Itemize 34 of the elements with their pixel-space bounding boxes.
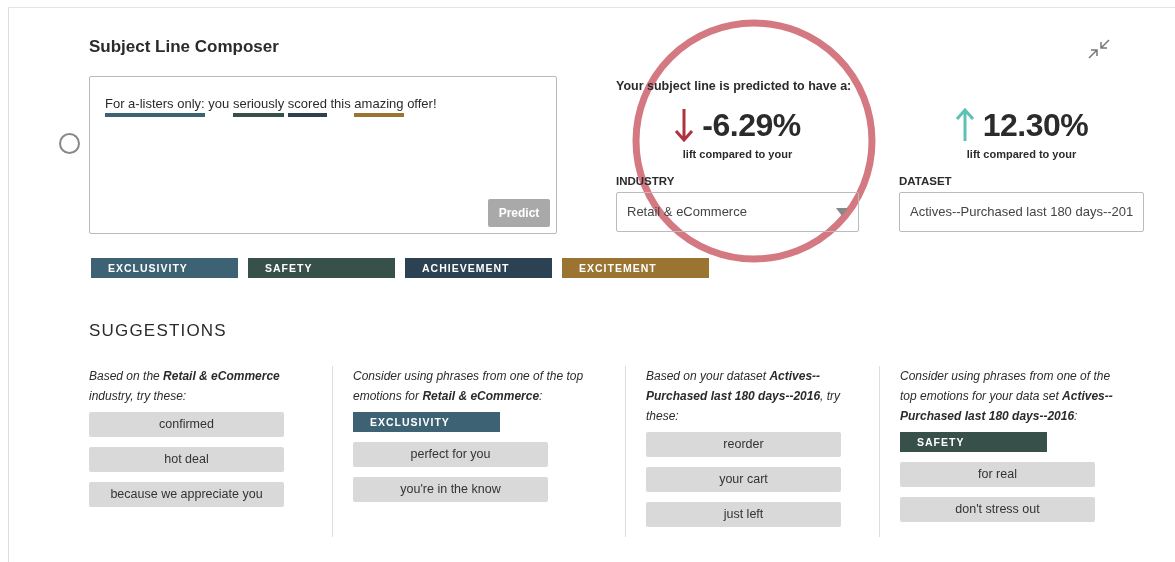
suggestion-intro: Consider using phrases from one of the top emotions for your data set Actives--Purchased last 180 days--2016: (900, 367, 1114, 425)
emotion-tag: EXCLUSIVITY (353, 411, 500, 432)
down-arrow-icon (674, 107, 695, 142)
field-label: DATASET (899, 174, 953, 190)
page-title: Subject Line Composer (89, 36, 280, 58)
suggestions-heading: SUGGESTIONS (89, 320, 228, 342)
phrase-button[interactable]: just left (646, 501, 841, 527)
suggestion-intro: Based on the Retail & eCommerce industry, try these: (89, 367, 281, 405)
phrase-button[interactable]: you're in the know (353, 476, 548, 502)
lift-caption: lift compared to your (965, 146, 1078, 162)
suggestion-intro: Based on your dataset Actives--Purchased last 180 days--2016, try these: (646, 367, 842, 425)
phrase-button[interactable]: reorder (646, 431, 841, 457)
suggestion-intro: Consider using phrases from one of the top emotions for Retail & eCommerce: (353, 367, 585, 405)
phrase-button[interactable]: confirmed (89, 411, 284, 437)
caret-icon (836, 207, 848, 216)
phrase-button[interactable]: for real (900, 461, 1095, 487)
radio-button[interactable] (59, 133, 80, 154)
collapse-icon[interactable] (1087, 38, 1111, 60)
phrase-button[interactable]: your cart (646, 466, 841, 492)
emotion-tag: EXCLUSIVITY (91, 258, 238, 278)
lift-value: 12.30% (982, 105, 1089, 145)
lift-value: -6.29% (702, 105, 801, 145)
emotion-tag: ACHIEVEMENT (405, 258, 552, 278)
subject-line-text: For a-listers only: you seriously scored this amazing offer! (105, 95, 437, 119)
emotion-tag: SAFETY (248, 258, 395, 278)
emotion-tag: EXCITEMENT (562, 258, 709, 278)
phrase-button[interactable]: perfect for you (353, 441, 548, 467)
phrase-button[interactable]: don't stress out (900, 496, 1095, 522)
lift-caption: lift compared to your (681, 146, 794, 162)
dataset-field[interactable]: Actives--Purchased last 180 days--201 (899, 191, 1144, 232)
emotion-tag: SAFETY (900, 431, 1047, 452)
phrase-button[interactable]: because we appreciate you (89, 481, 284, 507)
phrase-button[interactable]: hot deal (89, 446, 284, 472)
up-arrow-icon (954, 107, 975, 142)
